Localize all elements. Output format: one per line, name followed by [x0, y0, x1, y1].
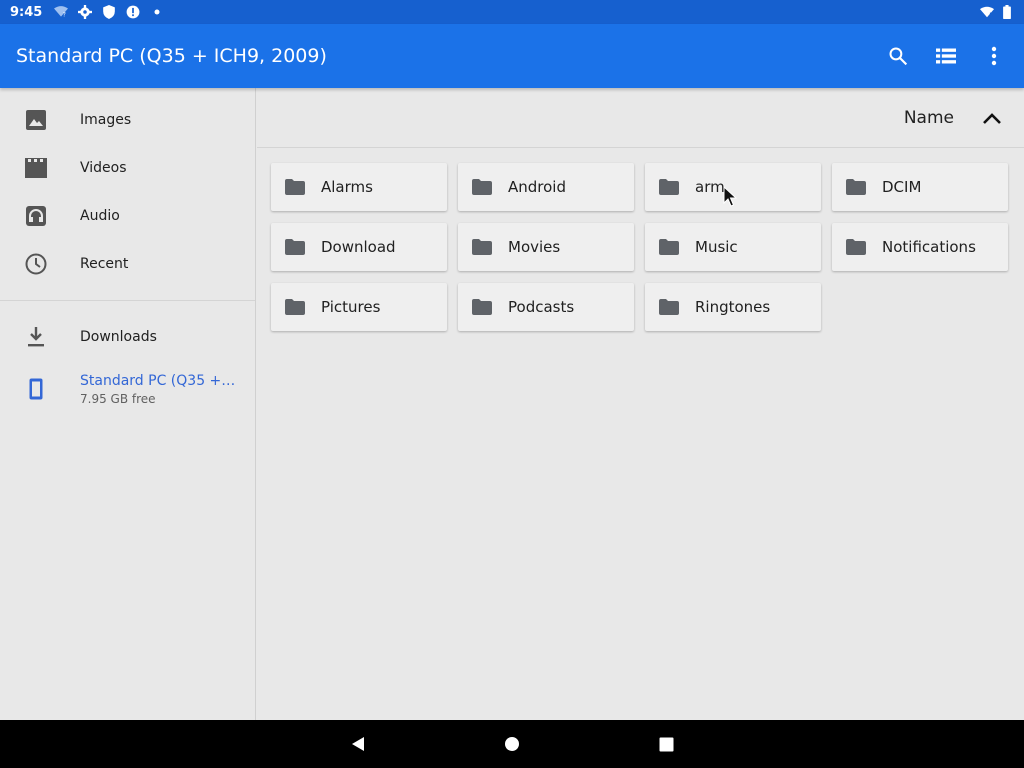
- root-free-space: 7.95 GB free: [80, 391, 156, 406]
- phone-icon: [24, 377, 48, 401]
- main-content: Name Alarms Android arm DCIM Download Movies M…: [257, 88, 1024, 720]
- folder-label: Ringtones: [695, 298, 771, 316]
- folder-label: DCIM: [882, 178, 922, 196]
- status-time: 9:45: [10, 4, 43, 20]
- more-options-button[interactable]: [970, 32, 1018, 80]
- sort-by-name-label[interactable]: Name: [904, 108, 954, 128]
- folder-label: Music: [695, 238, 738, 256]
- search-button[interactable]: [874, 32, 922, 80]
- folder-label: Alarms: [321, 178, 373, 196]
- status-bar: 9:45 ?: [0, 0, 1024, 24]
- folder-icon: [846, 238, 868, 256]
- sidebar-item-root[interactable]: Standard PC (Q35 +… 7.95 GB free: [0, 361, 255, 417]
- system-nav-bar: [0, 720, 1024, 768]
- sidebar-item-label: Recent: [80, 256, 129, 272]
- sidebar-item-label: Downloads: [80, 329, 157, 345]
- home-circle-icon: [505, 737, 519, 751]
- folder-icon: [472, 238, 494, 256]
- sidebar-item-audio[interactable]: Audio: [0, 192, 255, 240]
- sidebar-item-label: Audio: [80, 208, 120, 224]
- root-title: Standard PC (Q35 +…: [80, 372, 236, 389]
- folder-card[interactable]: Notifications: [832, 223, 1008, 271]
- back-button[interactable]: [346, 732, 370, 756]
- folder-grid: Alarms Android arm DCIM Download Movies Music N…: [257, 148, 1024, 331]
- download-icon: [24, 325, 48, 349]
- folder-label: Android: [508, 178, 566, 196]
- video-icon: [24, 156, 48, 180]
- folder-card[interactable]: Music: [645, 223, 821, 271]
- folder-label: Podcasts: [508, 298, 575, 316]
- clock-icon: [24, 252, 48, 276]
- status-icons-right: [980, 5, 1014, 19]
- overview-square-icon: [659, 737, 673, 751]
- sidebar-divider: [0, 300, 255, 301]
- back-triangle-icon: [352, 737, 364, 751]
- folder-card[interactable]: Pictures: [271, 283, 447, 331]
- list-view-button[interactable]: [922, 32, 970, 80]
- folder-icon: [472, 298, 494, 316]
- folder-card[interactable]: Alarms: [271, 163, 447, 211]
- folder-icon: [659, 178, 681, 196]
- overview-button[interactable]: [654, 732, 678, 756]
- sidebar-item-label: Images: [80, 112, 132, 128]
- wifi-icon: [980, 5, 994, 19]
- sort-bar: Name: [257, 88, 1024, 148]
- more-vert-icon: [991, 46, 997, 66]
- folder-label: arm: [695, 178, 725, 196]
- image-icon: [24, 108, 48, 132]
- shield-icon: [102, 5, 116, 19]
- app-bar: Standard PC (Q35 + ICH9, 2009): [0, 24, 1024, 88]
- folder-icon: [285, 298, 307, 316]
- folder-card[interactable]: Android: [458, 163, 634, 211]
- sidebar: Images Videos Audio Recent Downloads Sta…: [0, 88, 256, 720]
- search-icon: [889, 47, 908, 66]
- battery-icon: [1000, 5, 1014, 19]
- folder-label: Pictures: [321, 298, 381, 316]
- folder-label: Movies: [508, 238, 561, 256]
- sidebar-item-videos[interactable]: Videos: [0, 144, 255, 192]
- folder-icon: [659, 298, 681, 316]
- folder-icon: [285, 238, 307, 256]
- mouse-cursor-icon: [723, 186, 737, 207]
- folder-icon: [846, 178, 868, 196]
- sidebar-item-label: Videos: [80, 160, 127, 176]
- alert-icon: [126, 5, 140, 19]
- folder-icon: [285, 178, 307, 196]
- folder-card[interactable]: Podcasts: [458, 283, 634, 331]
- status-icons-left: ?: [54, 5, 164, 19]
- list-view-icon: [936, 48, 956, 64]
- headphones-icon: [24, 204, 48, 228]
- sidebar-item-images[interactable]: Images: [0, 96, 255, 144]
- folder-card[interactable]: DCIM: [832, 163, 1008, 211]
- settings-icon: [78, 5, 93, 19]
- sidebar-item-downloads[interactable]: Downloads: [0, 313, 255, 361]
- app-actions: [874, 32, 1018, 80]
- folder-icon: [472, 178, 494, 196]
- app-title: Standard PC (Q35 + ICH9, 2009): [16, 45, 327, 67]
- folder-card[interactable]: Download: [271, 223, 447, 271]
- svg-text:?: ?: [63, 13, 66, 18]
- folder-label: Notifications: [882, 238, 976, 256]
- folder-card[interactable]: Ringtones: [645, 283, 821, 331]
- wifi-question-icon: ?: [54, 5, 69, 19]
- root-text: Standard PC (Q35 +… 7.95 GB free: [80, 373, 235, 406]
- folder-card[interactable]: Movies: [458, 223, 634, 271]
- sidebar-item-recent[interactable]: Recent: [0, 240, 255, 288]
- folder-icon: [659, 238, 681, 256]
- home-button[interactable]: [500, 732, 524, 756]
- folder-label: Download: [321, 238, 396, 256]
- dot-icon: [150, 5, 164, 19]
- chevron-up-icon[interactable]: [982, 112, 1002, 124]
